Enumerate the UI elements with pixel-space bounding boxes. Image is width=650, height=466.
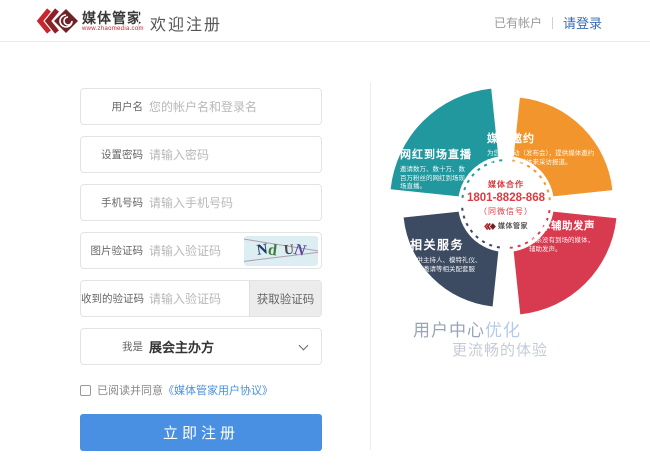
image-captcha-label: 图片验证码 [81,243,143,258]
login-link[interactable]: 请登录 [563,13,602,32]
password-label: 设置密码 [81,147,143,162]
agreement-link[interactable]: 《媒体管家用户协议》 [163,382,273,398]
sms-code-label: 收到的验证码 [81,291,143,306]
username-input[interactable] [149,100,321,114]
header-pipe-divider [552,17,553,29]
logo-text: 媒体管家 www.zhaomedia.com [82,11,144,32]
get-code-button[interactable]: 获取验证码 [249,281,321,316]
center-logo-text: 媒体管家 [498,221,528,231]
wechat-note: （同微信号） [479,206,533,217]
wheel-center: 媒体合作 1801-8828-868 （同微信号） 媒体管家 [458,160,554,250]
role-label: 我是 [81,339,143,354]
agreement-text: 已阅读并同意 [97,382,163,398]
username-field-row: 用户名 [80,88,322,125]
center-logo-icon [484,222,496,231]
services-promo: 网红到场直播 邀请数万、数十万、数百万粉丝的网红到场现场直播。 媒体邀约 为您的… [388,86,640,336]
header: 媒体管家 www.zhaomedia.com 欢迎注册 已有帐户 请登录 [0,0,650,42]
captcha-image[interactable]: N d U N [244,236,318,266]
content-divider [370,82,371,450]
agreement-row: 已阅读并同意 《媒体管家用户协议》 [80,382,322,398]
password-field-row: 设置密码 [80,136,322,173]
logo-subtitle: www.zhaomedia.com [82,26,144,32]
page-title: 欢迎注册 [150,11,222,35]
image-captcha-input[interactable] [149,244,244,258]
phone-field-row: 手机号码 [80,184,322,221]
logo[interactable]: 媒体管家 www.zhaomedia.com [36,5,144,37]
registration-form: 用户名 设置密码 手机号码 图片验证码 N d U N 收到的验证码 [80,88,322,451]
role-select[interactable]: 我是 展会主办方 [80,328,322,365]
tagline-line1: 用户中心优化 [413,316,521,341]
have-account-text: 已有帐户 [494,14,542,31]
header-right: 已有帐户 请登录 [494,13,602,32]
password-input[interactable] [149,148,321,162]
header-separator [138,11,139,31]
logo-icon [36,5,78,37]
logo-title: 媒体管家 [82,11,144,26]
image-captcha-field-row: 图片验证码 N d U N [80,232,322,269]
media-coop-label: 媒体合作 [488,179,524,190]
captcha-noise-line [244,250,318,262]
chevron-down-icon [299,341,309,351]
captcha-char: N [292,242,306,260]
center-logo: 媒体管家 [484,221,528,231]
sms-code-field-row: 收到的验证码 获取验证码 [80,280,322,317]
phone-input[interactable] [149,196,321,210]
tagline-line2: 更流畅的体验 [452,339,548,360]
username-label: 用户名 [81,99,143,114]
contact-phone: 1801-8828-868 [467,192,545,204]
register-button[interactable]: 立即注册 [80,414,322,451]
agreement-checkbox[interactable] [80,385,91,396]
sms-code-input[interactable] [149,292,249,306]
registration-page: 媒体管家 www.zhaomedia.com 欢迎注册 已有帐户 请登录 用户名… [0,0,650,466]
phone-label: 手机号码 [81,195,143,210]
role-selected-value: 展会主办方 [149,337,214,356]
